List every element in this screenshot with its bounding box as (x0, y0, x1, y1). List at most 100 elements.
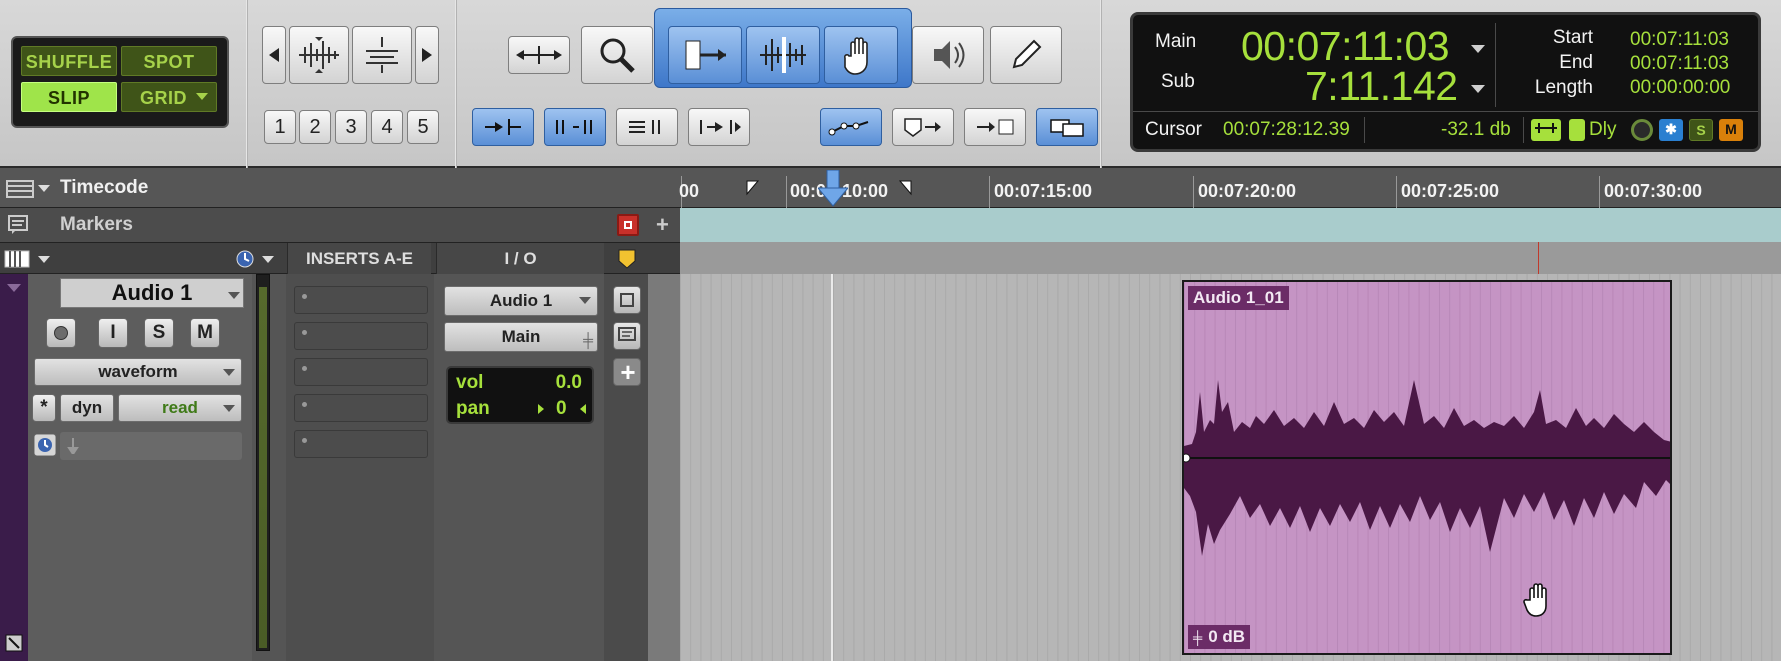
waveform-zoom-button[interactable] (289, 26, 349, 84)
shuffle-mode-button[interactable]: SHUFFLE (21, 46, 117, 76)
track-name-field[interactable]: Audio 1 (60, 278, 244, 308)
snowflake-icon[interactable]: ✱ (1659, 119, 1683, 141)
scrubber-tool[interactable] (912, 26, 984, 84)
record-enable-button[interactable] (46, 318, 76, 348)
ruler-tick (1193, 176, 1194, 208)
selector-waveform-icon (760, 37, 806, 73)
zoom-preset-1[interactable]: 1 (264, 110, 296, 144)
automation-follows-edit-button[interactable] (820, 108, 882, 146)
automation-label[interactable]: dyn (60, 394, 114, 422)
output-selector[interactable]: Main ╪ (444, 322, 598, 352)
comment-icon[interactable] (8, 215, 28, 235)
zoom-toggle-button[interactable] (508, 36, 570, 74)
commit-button[interactable] (964, 108, 1026, 146)
trim-tool[interactable] (668, 26, 742, 84)
solo-indicator[interactable]: S (1689, 119, 1713, 141)
chevron-down-icon[interactable] (228, 292, 240, 299)
zoom-preset-5[interactable]: 5 (407, 110, 439, 144)
zoom-in-button[interactable] (415, 26, 439, 84)
end-value[interactable]: 00:07:11:03 (1630, 53, 1729, 75)
start-value[interactable]: 00:07:11:03 (1630, 29, 1729, 51)
marker-stop-button[interactable] (617, 214, 639, 236)
page-icon[interactable] (1569, 119, 1585, 141)
chevron-down-icon[interactable] (1471, 45, 1485, 53)
playlist-field[interactable] (60, 432, 242, 460)
clip-gain-label[interactable]: ╪ 0 dB (1188, 625, 1251, 649)
link-timeline-button[interactable] (616, 108, 678, 146)
chevron-down-icon (579, 297, 591, 304)
delay-label[interactable]: Dly (1589, 119, 1616, 141)
meter-fill (259, 287, 267, 648)
grabber-tool[interactable] (824, 26, 898, 84)
markers-lane[interactable] (680, 208, 1781, 242)
edit-cursor-line (1538, 242, 1539, 274)
pan-right-arrow-icon[interactable] (580, 404, 586, 414)
track-height-zoom-button[interactable] (352, 26, 412, 84)
insert-slot-b[interactable] (294, 322, 428, 350)
audio-clip[interactable]: Audio 1_01 ╪ 0 dB (1182, 280, 1672, 655)
spot-mode-button[interactable]: SPOT (121, 46, 217, 76)
pan-value[interactable]: 0 (556, 398, 567, 420)
zoom-preset-3[interactable]: 3 (335, 110, 367, 144)
inserts-column-header[interactable]: INSERTS A-E (287, 243, 431, 275)
io-column-header[interactable]: I / O (436, 243, 604, 275)
grid-mode-button[interactable]: GRID (121, 82, 217, 112)
marker-follow-button[interactable] (892, 108, 954, 146)
clock-icon[interactable] (235, 249, 255, 269)
chevron-down-icon (223, 369, 235, 376)
insert-slot-a[interactable] (294, 286, 428, 314)
timebase-clock-icon[interactable] (34, 434, 56, 456)
track-view-selector[interactable]: waveform (34, 358, 242, 386)
volume-label: vol (456, 372, 484, 393)
automation-mode-selector[interactable]: read (118, 394, 242, 422)
track-list-icon[interactable] (4, 250, 30, 268)
slip-mode-button[interactable]: SLIP (21, 82, 117, 112)
zoom-preset-2[interactable]: 2 (299, 110, 331, 144)
marker-flag-icon[interactable] (618, 249, 636, 269)
chevron-down-icon[interactable] (38, 185, 50, 192)
track-level-meter (256, 274, 270, 651)
insertion-follows-playback-button[interactable] (688, 108, 750, 146)
mirrored-midi-button[interactable] (544, 108, 606, 146)
zoom-preset-4[interactable]: 4 (371, 110, 403, 144)
selection-start-marker[interactable] (746, 180, 760, 198)
tab-to-transients-button[interactable] (472, 108, 534, 146)
pencil-tool[interactable] (990, 26, 1062, 84)
edit-timeline[interactable]: Audio 1_01 ╪ 0 dB (680, 274, 1781, 661)
insert-slot-c[interactable] (294, 358, 428, 386)
zoomer-tool[interactable] (581, 26, 653, 84)
solo-button[interactable]: S (144, 318, 174, 348)
insert-slot-d[interactable] (294, 394, 428, 422)
mute-button[interactable]: M (190, 318, 220, 348)
chevron-down-icon[interactable] (1471, 85, 1485, 93)
chevron-down-icon[interactable] (38, 256, 50, 263)
expand-arrow-icon[interactable] (7, 284, 21, 292)
slot-dot-icon (302, 366, 307, 371)
insert-slot-e[interactable] (294, 430, 428, 458)
ruler-tick (1599, 176, 1600, 208)
screen-layout-button[interactable] (1036, 108, 1098, 146)
automation-asterisk-icon[interactable]: * (32, 394, 56, 422)
track-color-button[interactable] (613, 286, 641, 314)
separator (455, 0, 457, 168)
mute-indicator[interactable]: M (1719, 119, 1743, 141)
volume-value[interactable]: 0.0 (556, 372, 582, 394)
add-marker-icon[interactable]: + (656, 212, 669, 238)
sub-counter-value[interactable]: 7:11.142 (1305, 63, 1458, 110)
track-options-icon[interactable] (5, 634, 23, 652)
zoom-out-button[interactable] (262, 26, 286, 84)
input-selector[interactable]: Audio 1 (444, 286, 598, 316)
chevron-down-icon[interactable] (262, 256, 274, 263)
input-monitor-button[interactable]: I (98, 318, 128, 348)
record-target-icon[interactable] (1631, 119, 1653, 141)
length-value[interactable]: 00:00:00:00 (1630, 77, 1730, 99)
track-comments-button[interactable] (613, 322, 641, 350)
nudge-icon[interactable] (1531, 119, 1561, 141)
timecode-ruler[interactable]: Timecode 00 00:07:10:00 00:07:15:00 00:0… (0, 168, 1781, 208)
pan-left-arrow-icon[interactable] (538, 404, 544, 414)
add-track-button[interactable]: + (613, 357, 641, 387)
ruler-menu-icon[interactable] (6, 180, 34, 198)
selector-tool[interactable] (746, 26, 820, 84)
playhead-handle-icon[interactable] (818, 170, 848, 208)
selection-end-marker[interactable] (899, 180, 913, 198)
